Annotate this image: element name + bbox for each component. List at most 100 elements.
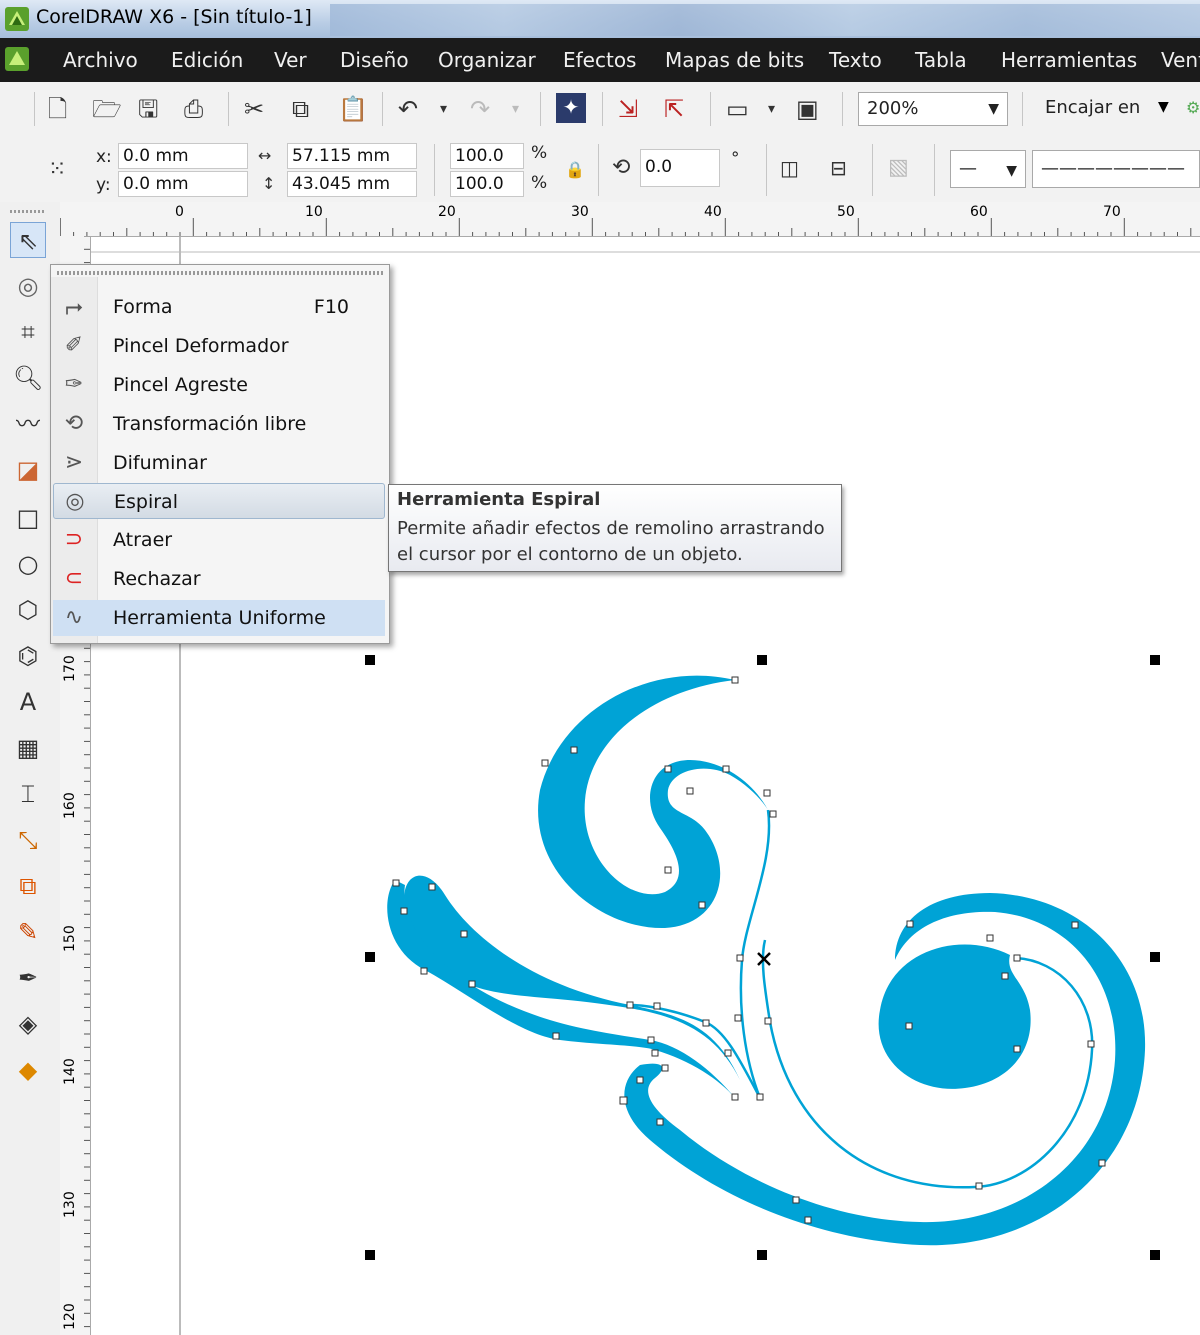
mirror-horizontal-icon[interactable]: ◫	[780, 154, 799, 182]
percent-x-label: %	[531, 143, 548, 163]
blend-tool-icon[interactable]: ⧉	[10, 868, 46, 904]
free-transform-icon: ⟲	[64, 411, 84, 436]
flyout-grip[interactable]	[57, 271, 383, 275]
coreldraw-logo-icon	[5, 7, 29, 31]
import-icon[interactable]: ⇲	[618, 95, 638, 123]
flyout-item-label: Rechazar	[113, 568, 201, 590]
flyout-item-espiral[interactable]: ◎ Espiral	[53, 483, 385, 519]
basic-shapes-tool-icon[interactable]: ⌬	[10, 638, 46, 674]
menu-mapas-de-bits[interactable]: Mapas de bits	[665, 48, 804, 72]
cut-icon[interactable]: ✂	[244, 95, 264, 123]
undo-icon[interactable]: ↶	[398, 95, 418, 123]
ellipse-tool-icon[interactable]: ○	[10, 546, 46, 582]
paste-icon[interactable]: 📋	[338, 95, 368, 123]
vruler-label: 150	[62, 925, 78, 952]
hruler-label: 60	[970, 204, 988, 220]
start-arrowhead-select[interactable]: — ▼	[950, 150, 1026, 188]
zoom-tool-icon[interactable]: 🔍︎	[10, 360, 46, 396]
menu-organizar[interactable]: Organizar	[438, 48, 536, 72]
flyout-item-label: Transformación libre	[113, 413, 307, 435]
chevron-down-icon: ▼	[988, 101, 999, 117]
freehand-tool-icon[interactable]: 〰	[10, 406, 46, 442]
fill-tool-icon[interactable]: ◈	[10, 1006, 46, 1042]
snap-to-label[interactable]: Encajar en	[1045, 97, 1140, 118]
new-document-icon[interactable]: 🗋	[48, 95, 67, 123]
mirror-vertical-icon[interactable]: ⊟	[830, 154, 847, 182]
open-folder-icon[interactable]: 🗁	[92, 95, 122, 123]
eyedropper-tool-icon[interactable]: ✎	[10, 914, 46, 950]
redo-dropdown-icon[interactable]: ▾	[512, 95, 519, 123]
flyout-item-herramienta-uniforme[interactable]: ∿ Herramienta Uniforme	[53, 600, 385, 636]
menu-herramientas[interactable]: Herramientas	[1001, 48, 1137, 72]
chevron-down-icon: ▼	[1006, 163, 1017, 179]
menu-edicion[interactable]: Edición	[171, 48, 243, 72]
print-icon[interactable]: ⎙	[184, 95, 203, 123]
hruler-label: 30	[571, 204, 589, 220]
interactive-fill-tool-icon[interactable]: ◆	[10, 1052, 46, 1088]
outline-pen-tool-icon[interactable]: ✒	[10, 960, 46, 996]
lock-ratio-icon[interactable]: 🔒	[565, 156, 585, 184]
menu-ver[interactable]: Ver	[274, 48, 307, 72]
menu-efectos[interactable]: Efectos	[563, 48, 636, 72]
x-label: x:	[96, 147, 112, 167]
export-icon[interactable]: ⇱	[664, 95, 684, 123]
flyout-item-pincel-deformador[interactable]: ✐ Pincel Deformador	[53, 328, 385, 364]
flyout-item-rechazar[interactable]: ⊂ Rechazar	[53, 561, 385, 597]
menu-tabla[interactable]: Tabla	[915, 48, 967, 72]
welcome-screen-icon[interactable]: ▣	[796, 95, 819, 123]
y-position-input[interactable]: 0.0 mm	[118, 171, 248, 197]
rectangle-tool-icon[interactable]: □	[10, 500, 46, 536]
horizontal-ruler[interactable]: 0 10 20 30 40 50 60 70	[60, 202, 1200, 237]
copy-icon[interactable]: ⧉	[292, 95, 309, 123]
flyout-item-label: Pincel Agreste	[113, 374, 248, 396]
application-launcher-icon[interactable]: ▭	[726, 95, 749, 123]
smart-fill-tool-icon[interactable]: ◪	[10, 452, 46, 488]
shape-tools-flyout: ⮣ Forma F10 ✐ Pincel Deformador ✑ Pincel…	[50, 264, 390, 644]
scale-x-input[interactable]: 100.0	[450, 143, 524, 169]
undo-dropdown-icon[interactable]: ▾	[440, 95, 447, 123]
scale-y-input[interactable]: 100.0	[450, 171, 524, 197]
wrap-paragraph-icon[interactable]: ▧	[888, 154, 909, 182]
search-content-icon[interactable]: ✦	[556, 93, 586, 123]
save-icon[interactable]: 🖫	[138, 95, 158, 123]
menu-texto[interactable]: Texto	[829, 48, 882, 72]
launcher-dropdown-icon[interactable]: ▾	[768, 95, 775, 123]
flyout-item-transformacion-libre[interactable]: ⟲ Transformación libre	[53, 406, 385, 442]
connector-tool-icon[interactable]: ⤡	[10, 822, 46, 858]
flyout-item-atraer[interactable]: ⊃ Atraer	[53, 522, 385, 558]
vruler-label: 120	[62, 1303, 78, 1330]
vruler-label: 160	[62, 792, 78, 819]
window-title: CorelDRAW X6 - [Sin título-1]	[36, 6, 312, 28]
width-icon: ↔	[258, 146, 272, 165]
vruler-label: 130	[62, 1191, 78, 1218]
menu-ventana[interactable]: Ventana	[1161, 48, 1200, 72]
path-nodes[interactable]	[392, 676, 1106, 1224]
options-icon[interactable]: ⚙	[1186, 98, 1200, 117]
snap-dropdown-icon[interactable]: ▼	[1158, 99, 1169, 115]
dimension-tool-icon[interactable]: ⌶	[10, 776, 46, 812]
width-input[interactable]: 57.115 mm	[287, 143, 417, 169]
menu-archivo[interactable]: Archivo	[63, 48, 138, 72]
polygon-tool-icon[interactable]: ⬡	[10, 592, 46, 628]
menu-diseno[interactable]: Diseño	[340, 48, 409, 72]
flyout-item-forma[interactable]: ⮣ Forma F10	[53, 289, 385, 325]
redo-icon[interactable]: ↷	[470, 95, 490, 123]
text-tool-icon[interactable]: A	[10, 684, 46, 720]
title-bar: CorelDRAW X6 - [Sin título-1]	[0, 0, 1200, 38]
flyout-item-pincel-agreste[interactable]: ✑ Pincel Agreste	[53, 367, 385, 403]
crop-tool-icon[interactable]: ⌗	[10, 314, 46, 350]
height-input[interactable]: 43.045 mm	[287, 171, 417, 197]
property-bar: ⁙ x: 0.0 mm y: 0.0 mm ↔ 57.115 mm ↕ 43.0…	[0, 136, 1200, 203]
outline-style-select[interactable]: ————————	[1032, 150, 1200, 188]
x-position-input[interactable]: 0.0 mm	[118, 143, 248, 169]
shape-tool-flyout-icon[interactable]: ◎	[10, 268, 46, 304]
table-tool-icon[interactable]: ▦	[10, 730, 46, 766]
flyout-item-difuminar[interactable]: ⋗ Difuminar	[53, 445, 385, 481]
rotation-input[interactable]: 0.0	[640, 149, 720, 187]
height-icon: ↕	[262, 174, 276, 193]
twirl-icon: ◎	[65, 489, 85, 514]
pick-tool-icon[interactable]: ⇖	[10, 222, 46, 258]
document-menu-icon[interactable]	[4, 46, 30, 72]
zoom-level-select[interactable]: 200% ▼	[858, 92, 1008, 126]
percent-y-label: %	[531, 173, 548, 193]
